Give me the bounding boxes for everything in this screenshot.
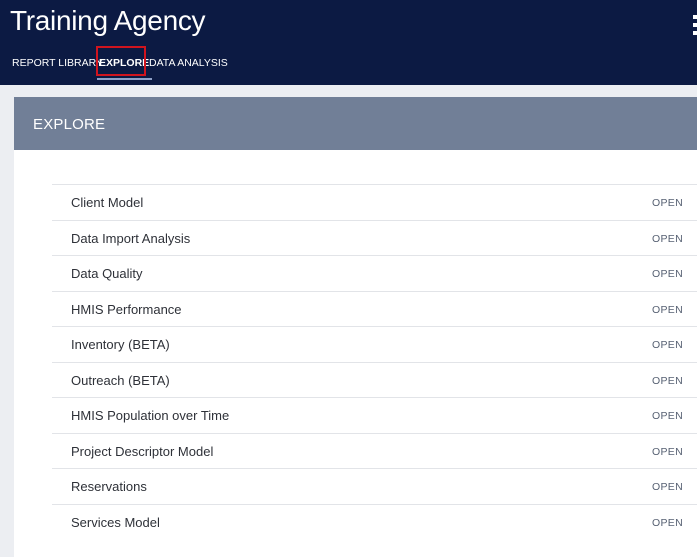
open-link[interactable]: OPEN xyxy=(652,517,683,529)
list-item-label: Reservations xyxy=(71,479,147,494)
open-link[interactable]: OPEN xyxy=(652,339,683,351)
list-item-label: Project Descriptor Model xyxy=(71,443,214,459)
nav-report-library[interactable]: REPORT LIBRARY xyxy=(12,52,103,74)
list-item[interactable]: Reservations OPEN xyxy=(52,468,697,504)
top-header: Training Agency REPORT LIBRARY EXPLORE D… xyxy=(0,0,697,85)
card-header: EXPLORE xyxy=(14,97,697,150)
list-item-label: Client Model xyxy=(71,195,144,210)
list-item[interactable]: HMIS Population over Time OPEN xyxy=(52,397,697,433)
highlight-box xyxy=(96,46,146,76)
nav-data-analysis[interactable]: DATA ANALYSIS xyxy=(149,52,228,74)
list-item[interactable]: Client Model OPEN xyxy=(52,184,697,220)
open-link[interactable]: OPEN xyxy=(652,446,683,458)
open-link[interactable]: OPEN xyxy=(652,304,683,316)
hamburger-menu-icon[interactable] xyxy=(693,15,697,37)
list-item[interactable]: Data Import Analysis OPEN xyxy=(52,219,697,256)
list-item-label: HMIS Performance xyxy=(71,301,182,317)
app-title: Training Agency xyxy=(10,5,206,36)
list-item-label: Outreach (BETA) xyxy=(71,372,170,388)
explore-list: Client Model OPEN Data Import Analysis O… xyxy=(52,184,697,539)
list-item-label: Data Quality xyxy=(71,266,143,281)
list-item[interactable]: Inventory (BETA) OPEN xyxy=(52,326,697,362)
explore-card: EXPLORE Client Model OPEN Data Import An… xyxy=(14,97,697,557)
list-item[interactable]: Outreach (BETA) OPEN xyxy=(52,361,697,398)
open-link[interactable]: OPEN xyxy=(652,481,683,493)
list-item-label: Services Model xyxy=(71,514,160,530)
open-link[interactable]: OPEN xyxy=(652,268,683,280)
open-link[interactable]: OPEN xyxy=(652,410,683,422)
list-item-label: HMIS Population over Time xyxy=(71,408,230,423)
open-link[interactable]: OPEN xyxy=(652,375,683,387)
list-item[interactable]: Project Descriptor Model OPEN xyxy=(52,432,697,469)
list-item[interactable]: Data Quality OPEN xyxy=(52,255,697,291)
card-title: EXPLORE xyxy=(33,116,106,133)
list-item[interactable]: HMIS Performance OPEN xyxy=(52,290,697,327)
list-item-label: Data Import Analysis xyxy=(71,230,191,246)
open-link[interactable]: OPEN xyxy=(652,233,683,245)
list-item-label: Inventory (BETA) xyxy=(71,337,170,352)
open-link[interactable]: OPEN xyxy=(652,197,683,209)
